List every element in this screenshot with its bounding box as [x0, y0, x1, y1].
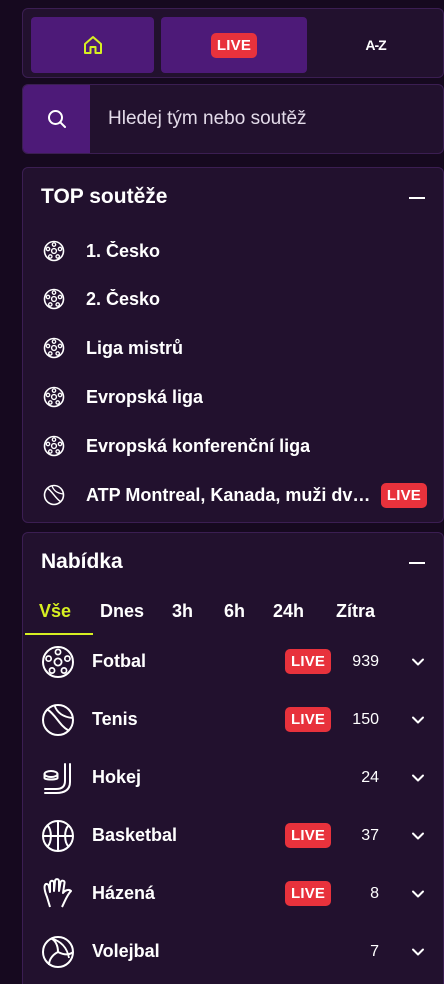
- sport-row-hokej[interactable]: Hokej 24: [23, 749, 443, 807]
- search-bar: [22, 84, 444, 154]
- soccer-ball-icon: [43, 337, 65, 359]
- live-badge: LIVE: [285, 881, 332, 906]
- top-item-1-cesko[interactable]: 1. Česko: [23, 230, 443, 272]
- event-count: 150: [352, 711, 379, 728]
- live-button[interactable]: LIVE: [161, 17, 307, 73]
- event-count: 37: [361, 827, 379, 844]
- chevron-down-icon[interactable]: [411, 655, 425, 669]
- top-navigation: LIVE A-Z: [22, 8, 444, 78]
- offer-collapse-button[interactable]: [409, 562, 425, 564]
- soccer-ball-icon: [43, 288, 65, 310]
- soccer-ball-icon: [43, 386, 65, 408]
- sport-label: Tenis: [92, 709, 138, 729]
- soccer-ball-icon: [42, 646, 74, 678]
- top-item-label: Liga mistrů: [86, 337, 184, 358]
- tab-24h[interactable]: 24h: [273, 599, 304, 635]
- event-count: 8: [370, 885, 379, 902]
- sport-label: Basketbal: [92, 825, 178, 845]
- top-item-label: 1. Česko: [86, 240, 161, 261]
- az-button[interactable]: A-Z: [314, 17, 437, 73]
- top-item-konferencni-liga[interactable]: Evropská konferenční liga: [23, 425, 443, 467]
- tennis-ball-icon: [43, 484, 65, 506]
- basketball-icon: [42, 820, 74, 852]
- event-count: 939: [352, 653, 379, 670]
- tennis-ball-icon: [42, 704, 74, 736]
- top-competitions-panel: TOP soutěže 1. Česko 2. Česko Liga mistr…: [22, 167, 444, 523]
- sport-label: Hokej: [92, 767, 142, 787]
- sport-label: Volejbal: [92, 941, 160, 961]
- soccer-ball-icon: [43, 240, 65, 262]
- sport-row-fotbal[interactable]: Fotbal LIVE 939: [23, 633, 443, 691]
- top-item-2-cesko[interactable]: 2. Česko: [23, 278, 443, 320]
- live-badge: LIVE: [210, 32, 258, 58]
- soccer-ball-icon: [43, 435, 65, 457]
- sport-label: Házená: [92, 883, 156, 903]
- top-item-label: 2. Česko: [86, 288, 161, 309]
- volleyball-icon: [42, 936, 74, 968]
- tab-3h[interactable]: 3h: [172, 599, 193, 635]
- top-item-liga-mistru[interactable]: Liga mistrů: [23, 327, 443, 369]
- top-item-evropska-liga[interactable]: Evropská liga: [23, 376, 443, 418]
- top-item-label: Evropská liga: [86, 386, 204, 407]
- event-count: 7: [370, 943, 379, 960]
- event-count: 24: [361, 769, 379, 786]
- search-button[interactable]: [23, 85, 90, 153]
- top-competitions-title: TOP soutěže: [41, 185, 168, 208]
- sport-row-hazena[interactable]: Házená LIVE 8: [23, 865, 443, 923]
- live-badge: LIVE: [285, 649, 332, 674]
- handball-icon: [43, 878, 72, 908]
- chevron-down-icon[interactable]: [411, 771, 425, 785]
- chevron-down-icon[interactable]: [411, 887, 425, 901]
- live-badge: LIVE: [380, 482, 427, 508]
- search-icon: [47, 110, 66, 128]
- chevron-down-icon[interactable]: [411, 713, 425, 727]
- tab-zitra[interactable]: Zítra: [336, 599, 375, 635]
- offer-title: Nabídka: [41, 550, 123, 573]
- chevron-down-icon[interactable]: [411, 829, 425, 843]
- tab-vse[interactable]: Vše: [39, 599, 71, 635]
- top-competitions-collapse-button[interactable]: [409, 197, 425, 199]
- sport-row-volejbal[interactable]: Volejbal 7: [23, 923, 443, 981]
- sport-label: Fotbal: [92, 651, 146, 671]
- tab-6h[interactable]: 6h: [224, 599, 245, 635]
- top-item-atp-montreal[interactable]: ATP Montreal, Kanada, muži dvouhra LIVE: [23, 474, 443, 516]
- home-icon: [83, 36, 102, 54]
- hockey-stick-icon: [43, 763, 71, 794]
- live-badge: LIVE: [285, 823, 332, 848]
- live-badge: LIVE: [285, 707, 332, 732]
- offer-panel: Nabídka Vše Dnes 3h 6h 24h Zítra Fotbal …: [22, 532, 444, 984]
- sport-row-basketbal[interactable]: Basketbal LIVE 37: [23, 807, 443, 865]
- chevron-down-icon[interactable]: [411, 945, 425, 959]
- top-item-label: Evropská konferenční liga: [86, 435, 311, 456]
- home-button[interactable]: [31, 17, 154, 73]
- search-input[interactable]: [90, 85, 443, 153]
- tab-dnes[interactable]: Dnes: [100, 599, 144, 635]
- sport-row-tenis[interactable]: Tenis LIVE 150: [23, 691, 443, 749]
- top-item-label: ATP Montreal, Kanada, muži dvouhra: [86, 484, 371, 505]
